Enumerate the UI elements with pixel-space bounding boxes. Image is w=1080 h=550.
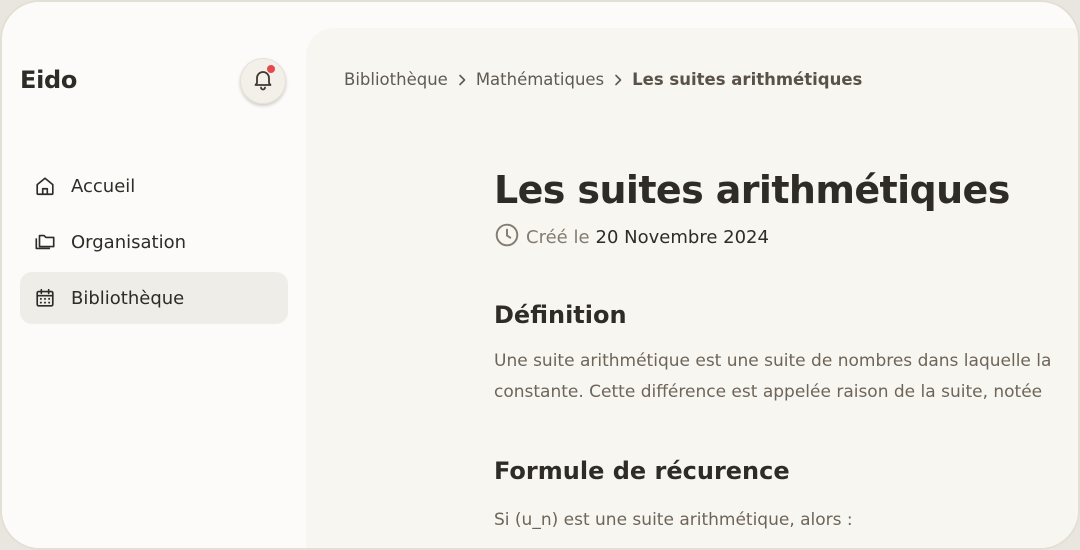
clock-icon [494,222,520,253]
paragraph-line: constante. Cette différence est appelée … [494,382,1043,402]
calendar-icon [34,287,56,309]
sidebar-item-label: Organisation [71,231,187,253]
main-panel: Bibliothèque Mathématiques Les suites ar… [306,28,1078,548]
breadcrumb-item-bibliotheque[interactable]: Bibliothèque [344,70,448,89]
chevron-right-icon [613,74,623,86]
sidebar-item-bibliotheque[interactable]: Bibliothèque [20,272,288,324]
section-paragraph: Une suite arithmétique est une suite de … [494,346,1078,408]
created-date: 20 Novembre 2024 [595,227,769,248]
app-window: Eido Accueil Organisation Bibliothèque B… [0,0,1080,550]
sidebar: Eido Accueil Organisation Bibliothèque [2,2,306,548]
page-title: Les suites arithmétiques [494,168,1010,212]
sidebar-item-label: Accueil [71,175,136,197]
created-label: Créé le [526,227,590,248]
created-meta: Créé le 20 Novembre 2024 [494,222,1078,253]
home-icon [34,175,56,197]
breadcrumb-item-mathematiques[interactable]: Mathématiques [476,70,604,89]
section-heading: Formule de récurence [494,457,790,485]
sidebar-item-label: Bibliothèque [71,287,185,309]
breadcrumb-item-current: Les suites arithmétiques [632,70,863,89]
paragraph-line: Une suite arithmétique est une suite de … [494,351,1052,371]
notification-dot [267,65,275,73]
sidebar-nav: Accueil Organisation Bibliothèque [20,160,288,328]
folders-icon [34,231,56,253]
sidebar-item-organisation[interactable]: Organisation [20,216,288,268]
chevron-right-icon [457,74,467,86]
document-content: Les suites arithmétiques Créé le 20 Nove… [494,168,1078,536]
brand-logo[interactable]: Eido [20,66,77,94]
section-heading: Définition [494,301,627,329]
paragraph-line: Si (u_n) est une suite arithmétique, alo… [494,510,853,530]
breadcrumb: Bibliothèque Mathématiques Les suites ar… [344,70,862,89]
notifications-button[interactable] [240,58,286,104]
section-paragraph: Si (u_n) est une suite arithmétique, alo… [494,505,1078,536]
sidebar-item-accueil[interactable]: Accueil [20,160,288,212]
